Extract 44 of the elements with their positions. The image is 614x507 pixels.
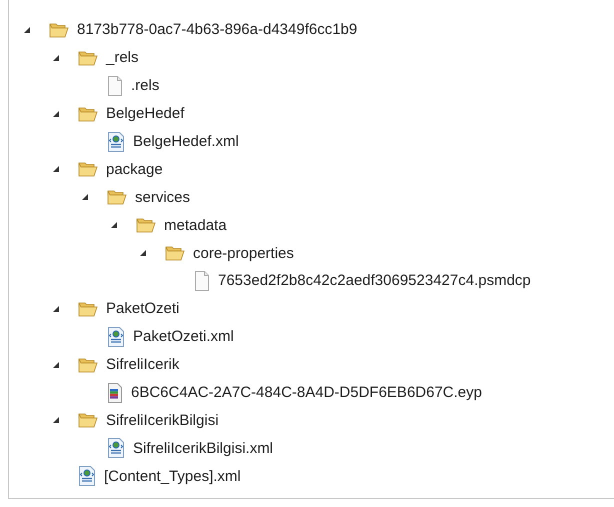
folder-icon xyxy=(78,161,98,178)
tree-item-label[interactable]: BelgeHedef xyxy=(106,105,184,122)
tree-item-label[interactable]: 6BC6C4AC-2A7C-484C-8A4D-D5DF6EB6D67C.eyp xyxy=(131,384,482,402)
tree-item-label[interactable]: _rels xyxy=(106,49,139,66)
tree-item-label[interactable]: BelgeHedef.xml xyxy=(133,133,239,150)
tree-item-label[interactable]: SifreliIcerikBilgisi xyxy=(106,412,219,429)
expanded-arrow-icon[interactable] xyxy=(23,26,31,34)
expanded-arrow-icon[interactable] xyxy=(52,304,60,313)
folder-icon xyxy=(78,356,98,373)
folder-icon xyxy=(49,22,69,38)
expanded-arrow-icon[interactable] xyxy=(52,110,60,118)
xml-file-icon xyxy=(107,438,125,458)
expanded-arrow-icon[interactable] xyxy=(52,54,60,62)
archive-file-icon xyxy=(107,382,123,403)
expanded-arrow-icon[interactable] xyxy=(52,360,60,369)
xml-file-icon xyxy=(107,326,125,347)
tree-item-label[interactable]: services xyxy=(135,188,190,206)
folder-icon xyxy=(78,300,98,317)
tree-item-label[interactable]: [Content_Types].xml xyxy=(104,468,241,485)
xml-file-icon xyxy=(78,466,96,486)
tree-item-label[interactable]: 8173b778-0ac7-4b63-896a-d4349f6cc1b9 xyxy=(77,21,358,38)
folder-icon xyxy=(78,412,98,428)
xml-file-icon xyxy=(107,132,125,152)
tree-item-label[interactable]: core-properties xyxy=(193,244,294,262)
tree-item-label[interactable]: SifreliIcerikBilgisi.xml xyxy=(133,440,274,457)
tree-item-label[interactable]: metadata xyxy=(164,216,227,234)
expanded-arrow-icon[interactable] xyxy=(52,165,60,174)
tree-item-label[interactable]: package xyxy=(106,160,163,178)
folder-icon xyxy=(78,50,98,66)
expanded-arrow-icon[interactable] xyxy=(139,249,147,258)
folder-icon xyxy=(78,106,98,122)
expanded-arrow-icon[interactable] xyxy=(110,221,118,230)
blank-file-icon xyxy=(194,270,210,291)
tree-item-label[interactable]: 7653ed2f2b8c42c2aedf3069523427c4.psmdcp xyxy=(218,272,531,290)
tree-item-label[interactable]: PaketOzeti.xml xyxy=(133,328,234,346)
expanded-arrow-icon[interactable] xyxy=(81,193,89,202)
tree-item-label[interactable]: SifreliIcerik xyxy=(106,356,180,374)
folder-icon xyxy=(136,217,156,234)
tree-item-label[interactable]: PaketOzeti xyxy=(106,300,180,318)
expanded-arrow-icon[interactable] xyxy=(52,416,60,424)
folder-icon xyxy=(107,189,127,206)
folder-icon xyxy=(165,245,185,262)
tree-item-label[interactable]: .rels xyxy=(131,77,160,94)
blank-file-icon xyxy=(107,76,123,96)
